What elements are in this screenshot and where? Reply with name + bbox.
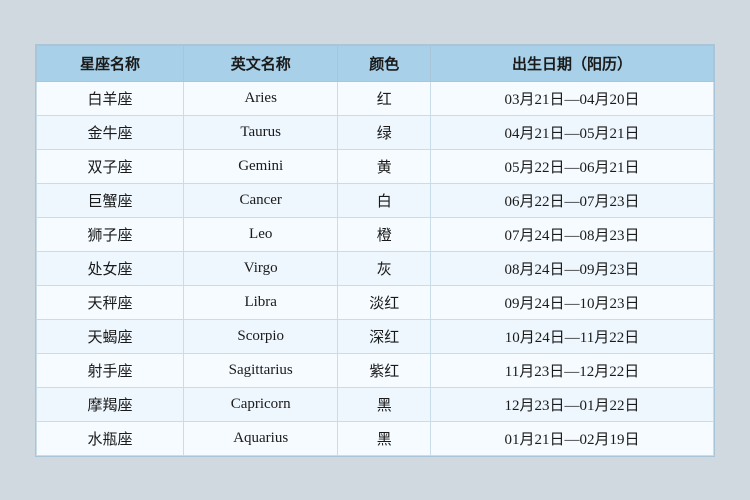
cell-english: Taurus (183, 115, 337, 149)
cell-dates: 08月24日—09月23日 (430, 251, 713, 285)
table-row: 巨蟹座Cancer白06月22日—07月23日 (37, 183, 714, 217)
cell-dates: 11月23日—12月22日 (430, 353, 713, 387)
cell-chinese: 狮子座 (37, 217, 184, 251)
cell-chinese: 金牛座 (37, 115, 184, 149)
cell-english: Scorpio (183, 319, 337, 353)
col-header-color: 颜色 (338, 45, 431, 81)
cell-chinese: 水瓶座 (37, 421, 184, 455)
cell-chinese: 白羊座 (37, 81, 184, 115)
cell-dates: 04月21日—05月21日 (430, 115, 713, 149)
cell-chinese: 天秤座 (37, 285, 184, 319)
table-row: 摩羯座Capricorn黑12月23日—01月22日 (37, 387, 714, 421)
cell-english: Virgo (183, 251, 337, 285)
cell-english: Leo (183, 217, 337, 251)
cell-english: Aquarius (183, 421, 337, 455)
zodiac-table-wrapper: 星座名称 英文名称 颜色 出生日期（阳历） 白羊座Aries红03月21日—04… (35, 44, 715, 457)
cell-color: 绿 (338, 115, 431, 149)
cell-chinese: 巨蟹座 (37, 183, 184, 217)
cell-color: 深红 (338, 319, 431, 353)
table-row: 白羊座Aries红03月21日—04月20日 (37, 81, 714, 115)
cell-dates: 07月24日—08月23日 (430, 217, 713, 251)
col-header-dates: 出生日期（阳历） (430, 45, 713, 81)
cell-english: Sagittarius (183, 353, 337, 387)
cell-english: Gemini (183, 149, 337, 183)
table-row: 天蝎座Scorpio深红10月24日—11月22日 (37, 319, 714, 353)
cell-color: 黑 (338, 387, 431, 421)
zodiac-table: 星座名称 英文名称 颜色 出生日期（阳历） 白羊座Aries红03月21日—04… (36, 45, 714, 456)
cell-color: 淡红 (338, 285, 431, 319)
cell-dates: 06月22日—07月23日 (430, 183, 713, 217)
cell-color: 紫红 (338, 353, 431, 387)
cell-color: 灰 (338, 251, 431, 285)
cell-english: Cancer (183, 183, 337, 217)
table-row: 天秤座Libra淡红09月24日—10月23日 (37, 285, 714, 319)
table-row: 双子座Gemini黄05月22日—06月21日 (37, 149, 714, 183)
cell-english: Libra (183, 285, 337, 319)
cell-english: Aries (183, 81, 337, 115)
table-row: 水瓶座Aquarius黑01月21日—02月19日 (37, 421, 714, 455)
cell-english: Capricorn (183, 387, 337, 421)
table-row: 处女座Virgo灰08月24日—09月23日 (37, 251, 714, 285)
col-header-chinese: 星座名称 (37, 45, 184, 81)
cell-chinese: 射手座 (37, 353, 184, 387)
cell-color: 黑 (338, 421, 431, 455)
cell-dates: 01月21日—02月19日 (430, 421, 713, 455)
table-body: 白羊座Aries红03月21日—04月20日金牛座Taurus绿04月21日—0… (37, 81, 714, 455)
cell-chinese: 双子座 (37, 149, 184, 183)
table-row: 金牛座Taurus绿04月21日—05月21日 (37, 115, 714, 149)
cell-dates: 05月22日—06月21日 (430, 149, 713, 183)
table-header-row: 星座名称 英文名称 颜色 出生日期（阳历） (37, 45, 714, 81)
cell-chinese: 处女座 (37, 251, 184, 285)
col-header-english: 英文名称 (183, 45, 337, 81)
cell-dates: 10月24日—11月22日 (430, 319, 713, 353)
cell-color: 红 (338, 81, 431, 115)
table-row: 狮子座Leo橙07月24日—08月23日 (37, 217, 714, 251)
cell-color: 橙 (338, 217, 431, 251)
cell-chinese: 摩羯座 (37, 387, 184, 421)
cell-chinese: 天蝎座 (37, 319, 184, 353)
cell-color: 白 (338, 183, 431, 217)
cell-dates: 03月21日—04月20日 (430, 81, 713, 115)
cell-dates: 12月23日—01月22日 (430, 387, 713, 421)
table-row: 射手座Sagittarius紫红11月23日—12月22日 (37, 353, 714, 387)
cell-color: 黄 (338, 149, 431, 183)
cell-dates: 09月24日—10月23日 (430, 285, 713, 319)
